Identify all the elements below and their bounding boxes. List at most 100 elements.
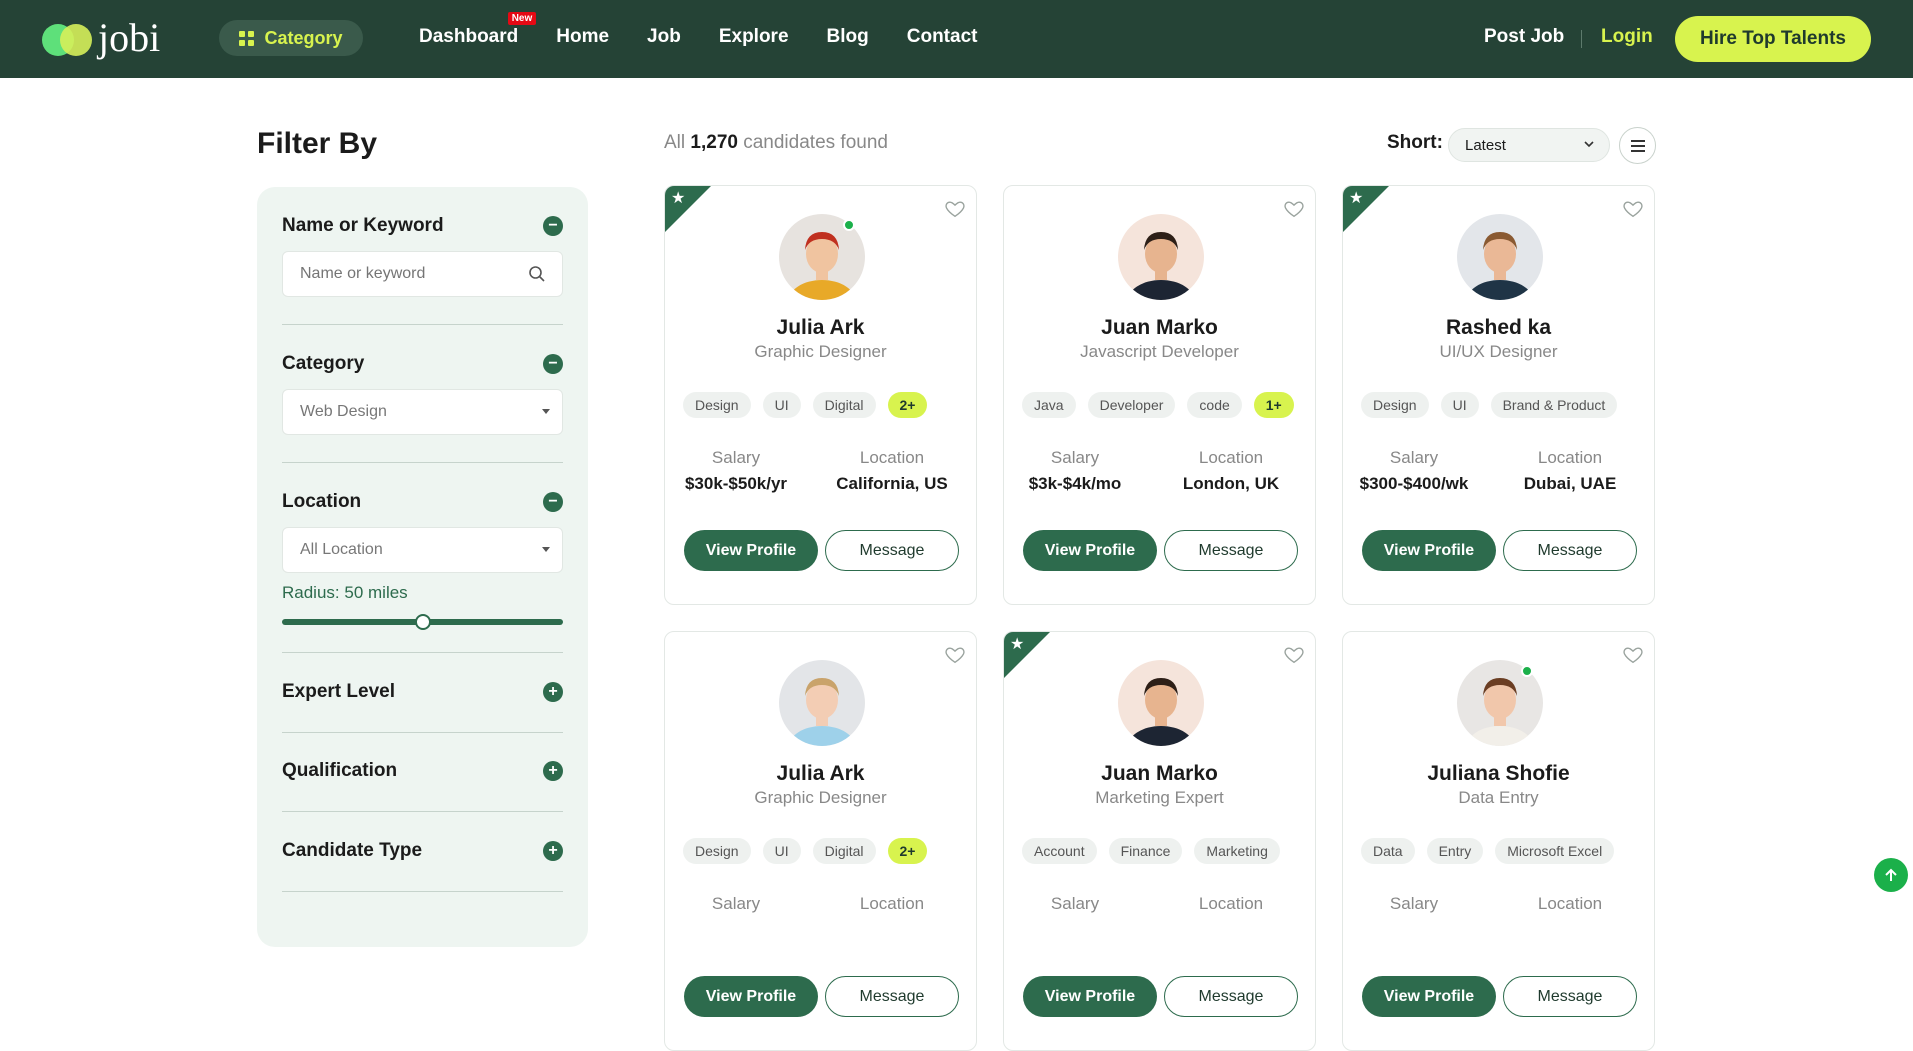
salary-label: Salary (1050, 448, 1100, 467)
location-label: Location (859, 894, 925, 913)
login-link[interactable]: Login (1601, 26, 1653, 48)
message-button[interactable]: Message (1503, 530, 1637, 571)
grid-icon (239, 30, 255, 46)
skill-tag[interactable]: Digital (812, 838, 876, 864)
location-label: Location (1198, 894, 1264, 913)
chevron-down-icon (1584, 141, 1594, 148)
radius-value: 50 miles (344, 583, 408, 602)
view-profile-button[interactable]: View Profile (1023, 530, 1157, 571)
skill-tag[interactable]: Entry (1426, 838, 1484, 864)
view-profile-button[interactable]: View Profile (684, 976, 818, 1017)
skill-tag[interactable]: Design (683, 838, 751, 864)
salary-label: Salary (711, 894, 761, 913)
collapse-icon[interactable]: − (543, 354, 563, 374)
salary-block: Salary (666, 894, 806, 914)
filter-location-title: Location (282, 491, 362, 512)
candidate-name[interactable]: Juan Marko (1004, 316, 1315, 340)
heart-icon[interactable] (1622, 198, 1644, 220)
heart-icon[interactable] (944, 644, 966, 666)
candidate-role: UI/UX Designer (1439, 342, 1558, 361)
candidate-name[interactable]: Julia Ark (665, 762, 976, 786)
post-job-link[interactable]: Post Job (1484, 26, 1564, 48)
skill-tag[interactable]: Microsoft Excel (1495, 838, 1615, 864)
heart-icon[interactable] (1622, 644, 1644, 666)
skill-tag[interactable]: Account (1022, 838, 1097, 864)
filter-qualification[interactable]: Qualification + (282, 760, 563, 782)
top-navbar: jobi Category Dashboard New Home Job Exp… (0, 0, 1913, 78)
nav-explore[interactable]: Explore (719, 26, 789, 48)
skill-tag[interactable]: Java (1022, 392, 1076, 418)
logo[interactable]: jobi (40, 18, 160, 58)
skill-tag[interactable]: Brand & Product (1490, 392, 1618, 418)
avatar[interactable] (1457, 214, 1543, 300)
search-icon[interactable] (528, 265, 546, 283)
avatar[interactable] (1118, 660, 1204, 746)
heart-icon[interactable] (1283, 644, 1305, 666)
view-profile-button[interactable]: View Profile (684, 530, 818, 571)
more-tags-badge[interactable]: 1+ (1253, 392, 1294, 418)
category-select[interactable]: Web Design (282, 389, 563, 435)
candidate-name[interactable]: Juan Marko (1004, 762, 1315, 786)
filter-category: Category − Web Design (282, 353, 563, 435)
expand-icon[interactable]: + (543, 841, 563, 861)
radius-slider[interactable] (282, 614, 563, 630)
location-select-value: All Location (300, 541, 383, 558)
heart-icon[interactable] (944, 198, 966, 220)
candidate-name[interactable]: Rashed ka (1343, 316, 1654, 340)
message-button[interactable]: Message (825, 530, 959, 571)
nav-home[interactable]: Home (556, 26, 609, 48)
nav-job[interactable]: Job (647, 26, 681, 48)
message-button[interactable]: Message (825, 976, 959, 1017)
view-profile-button[interactable]: View Profile (1362, 530, 1496, 571)
collapse-icon[interactable]: − (543, 216, 563, 236)
skill-tag[interactable]: Design (1361, 392, 1429, 418)
skill-tag[interactable]: Digital (812, 392, 876, 418)
filter-category-title: Category (282, 353, 365, 374)
avatar[interactable] (779, 660, 865, 746)
nav-dashboard[interactable]: Dashboard New (419, 12, 537, 48)
filter-candidate-type[interactable]: Candidate Type + (282, 840, 563, 862)
category-button[interactable]: Category (219, 20, 363, 56)
skill-tag[interactable]: UI (1440, 392, 1479, 418)
list-view-button[interactable] (1619, 127, 1656, 164)
nav-blog[interactable]: Blog (827, 26, 869, 48)
skill-tag[interactable]: Marketing (1194, 838, 1280, 864)
location-select[interactable]: All Location (282, 527, 563, 573)
skill-tag[interactable]: code (1187, 392, 1242, 418)
message-button[interactable]: Message (1164, 530, 1298, 571)
location-block: Location London, UK (1161, 448, 1301, 494)
skill-tag[interactable]: Data (1361, 838, 1415, 864)
view-profile-button[interactable]: View Profile (1362, 976, 1496, 1017)
keyword-input[interactable] (300, 265, 500, 283)
view-profile-button[interactable]: View Profile (1023, 976, 1157, 1017)
skill-tags: Data Entry Microsoft Excel (1361, 838, 1636, 864)
skill-tag[interactable]: Finance (1108, 838, 1183, 864)
logo-text: jobi (98, 15, 161, 60)
heart-icon[interactable] (1283, 198, 1305, 220)
message-button[interactable]: Message (1164, 976, 1298, 1017)
more-tags-badge[interactable]: 2+ (887, 838, 928, 864)
hire-top-talents-button[interactable]: Hire Top Talents (1675, 16, 1871, 62)
skill-tag[interactable]: UI (762, 392, 801, 418)
expand-icon[interactable]: + (543, 682, 563, 702)
skill-tag[interactable]: UI (762, 838, 801, 864)
collapse-icon[interactable]: − (543, 492, 563, 512)
more-tags-badge[interactable]: 2+ (887, 392, 928, 418)
message-button[interactable]: Message (1503, 976, 1637, 1017)
filter-expert-level[interactable]: Expert Level + (282, 681, 563, 703)
scroll-to-top-button[interactable] (1874, 858, 1908, 892)
candidate-card: Julia Ark Graphic Designer Design UI Digital… (664, 631, 977, 1051)
skill-tag[interactable]: Developer (1087, 392, 1176, 418)
avatar[interactable] (1118, 214, 1204, 300)
sort-select[interactable]: Latest (1448, 128, 1610, 162)
header-divider (1581, 30, 1582, 48)
skill-tags: Design UI Brand & Product (1361, 392, 1636, 418)
candidate-name[interactable]: Julia Ark (665, 316, 976, 340)
candidate-name[interactable]: Juliana Shofie (1343, 762, 1654, 786)
nav-contact[interactable]: Contact (907, 26, 978, 48)
skill-tag[interactable]: Design (683, 392, 751, 418)
expand-icon[interactable]: + (543, 761, 563, 781)
location-label: Location (1198, 448, 1264, 467)
radius-slider-handle[interactable] (414, 614, 431, 630)
filter-qualification-title: Qualification (282, 760, 398, 781)
